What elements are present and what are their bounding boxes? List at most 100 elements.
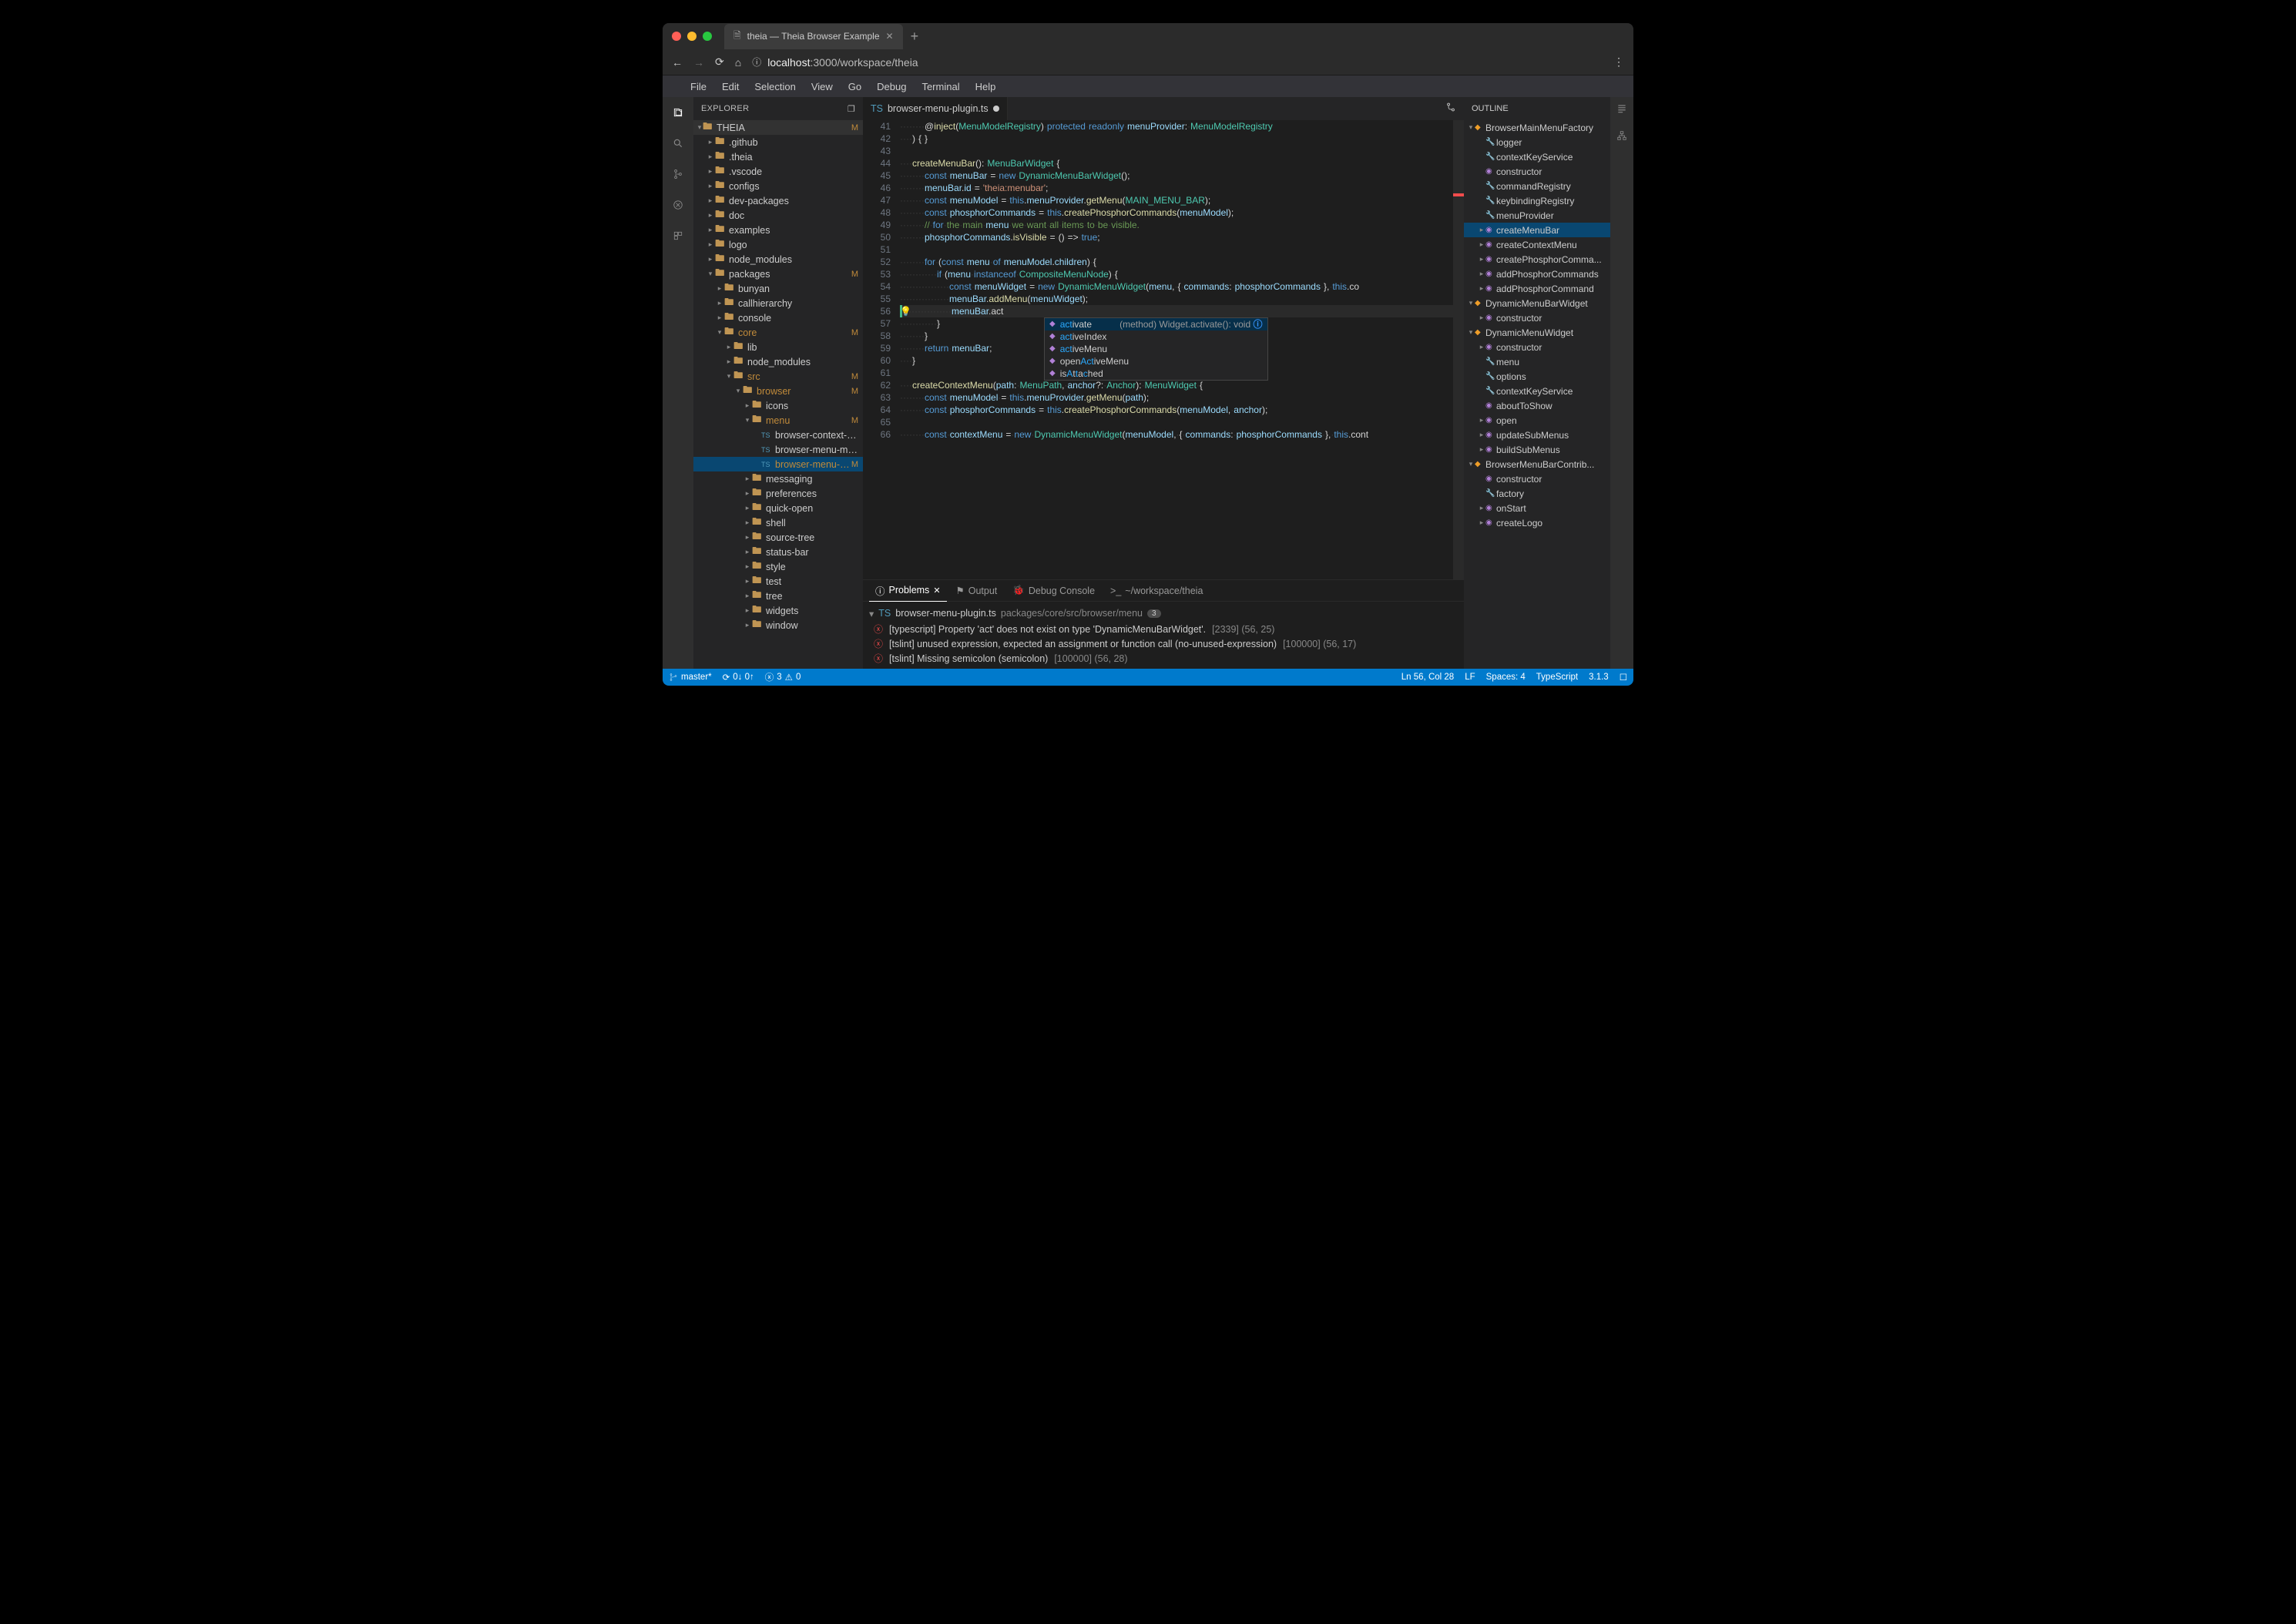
tree-item[interactable]: TSbrowser-context-menu-r... <box>693 428 863 442</box>
outline-item[interactable]: ▸◉addPhosphorCommand <box>1464 281 1610 296</box>
tree-item[interactable]: ▸🖿source-tree <box>693 530 863 545</box>
menu-go[interactable]: Go <box>848 81 861 92</box>
tree-item[interactable]: ▸🖿callhierarchy <box>693 296 863 310</box>
outline-item[interactable]: ◉constructor <box>1464 471 1610 486</box>
menu-terminal[interactable]: Terminal <box>921 81 959 92</box>
problem-row[interactable]: ⓧ[typescript] Property 'act' does not ex… <box>869 622 1458 636</box>
problem-row[interactable]: ⓧ[tslint] Missing semicolon (semicolon) … <box>869 651 1458 666</box>
outline-item[interactable]: 🔧contextKeyService <box>1464 384 1610 398</box>
tree-item[interactable]: ▸🖿node_modules <box>693 252 863 267</box>
outline-item[interactable]: ▸◉createPhosphorComma... <box>1464 252 1610 267</box>
outline-item[interactable]: ▸◉createLogo <box>1464 515 1610 530</box>
home-button[interactable]: ⌂ <box>735 56 741 69</box>
tree-item[interactable]: ▸🖿icons <box>693 398 863 413</box>
tree-item[interactable]: ▾🖿menuM <box>693 413 863 428</box>
autocomplete-item[interactable]: ◆isAttached <box>1045 367 1267 380</box>
code-editor[interactable]: 4142434445464748495051525354555657585960… <box>863 120 1464 579</box>
outline-item[interactable]: ▸◉constructor <box>1464 310 1610 325</box>
tree-item[interactable]: ▾🖿coreM <box>693 325 863 340</box>
autocomplete-popup[interactable]: ◆activate(method) Widget.activate(): voi… <box>1044 317 1268 381</box>
outline-item[interactable]: ▸◉open <box>1464 413 1610 428</box>
close-tab[interactable]: ✕ <box>886 31 894 42</box>
lightbulb-icon[interactable]: 💡 <box>900 305 911 317</box>
autocomplete-item[interactable]: ◆openActiveMenu <box>1045 355 1267 367</box>
tree-item[interactable]: ▸🖿preferences <box>693 486 863 501</box>
outline-item[interactable]: 🔧factory <box>1464 486 1610 501</box>
browser-tab[interactable]: 🗎 theia — Theia Browser Example ✕ <box>724 24 903 49</box>
menu-selection[interactable]: Selection <box>754 81 795 92</box>
compare-changes-icon[interactable] <box>1445 102 1456 116</box>
menu-view[interactable]: View <box>811 81 833 92</box>
outline-icon[interactable] <box>1616 103 1627 118</box>
menu-debug[interactable]: Debug <box>877 81 906 92</box>
tree-item[interactable]: ▸🖿examples <box>693 223 863 237</box>
outline-item[interactable]: ▾◆BrowserMainMenuFactory <box>1464 120 1610 135</box>
tree-item[interactable]: ▸🖿.theia <box>693 149 863 164</box>
outline-item[interactable]: ▾◆BrowserMenuBarContrib... <box>1464 457 1610 471</box>
tree-item[interactable]: ▸🖿window <box>693 618 863 632</box>
menu-edit[interactable]: Edit <box>722 81 739 92</box>
tree-item[interactable]: ▸🖿style <box>693 559 863 574</box>
tree-item[interactable]: ▸🖿quick-open <box>693 501 863 515</box>
outline-item[interactable]: ▸◉buildSubMenus <box>1464 442 1610 457</box>
tree-item[interactable]: ▸🖿shell <box>693 515 863 530</box>
outline-item[interactable]: ▸◉updateSubMenus <box>1464 428 1610 442</box>
outline-item[interactable]: ◉aboutToShow <box>1464 398 1610 413</box>
tree-item[interactable]: ▸🖿test <box>693 574 863 589</box>
outline-item[interactable]: 🔧menu <box>1464 354 1610 369</box>
outline-item[interactable]: 🔧options <box>1464 369 1610 384</box>
tree-item[interactable]: ▸🖿.vscode <box>693 164 863 179</box>
panel-tab[interactable]: ⚑ Output <box>950 582 1004 599</box>
panel-tab[interactable]: 🐞 Debug Console <box>1006 582 1101 599</box>
autocomplete-item[interactable]: ◆activeIndex <box>1045 331 1267 343</box>
outline-item[interactable]: ▸◉createMenuBar <box>1464 223 1610 237</box>
tree-item[interactable]: ▸🖿bunyan <box>693 281 863 296</box>
outline-item[interactable]: ▸◉createContextMenu <box>1464 237 1610 252</box>
explorer-icon[interactable] <box>669 103 687 122</box>
extensions-icon[interactable] <box>669 226 687 245</box>
outline-item[interactable]: 🔧contextKeyService <box>1464 149 1610 164</box>
tree-item[interactable]: TSbrowser-menu-module.ts <box>693 442 863 457</box>
sidebar-more-icon[interactable]: ❐ <box>848 104 855 114</box>
tree-root[interactable]: ▾🖿THEIAM <box>693 120 863 135</box>
feedback-icon[interactable]: ☐ <box>1620 672 1627 683</box>
tree-item[interactable]: ▸🖿status-bar <box>693 545 863 559</box>
panel-tab[interactable]: ⓘ Problems ✕ <box>869 580 947 602</box>
problems-file-row[interactable]: ▾ TS browser-menu-plugin.ts packages/cor… <box>869 605 1458 622</box>
scm-icon[interactable] <box>669 165 687 183</box>
minimize-window[interactable] <box>687 32 697 41</box>
outline-item[interactable]: ▸◉constructor <box>1464 340 1610 354</box>
tree-item[interactable]: ▸🖿lib <box>693 340 863 354</box>
tree-item[interactable]: ▸🖿.github <box>693 135 863 149</box>
tree-item[interactable]: ▾🖿packagesM <box>693 267 863 281</box>
tree-item[interactable]: ▸🖿messaging <box>693 471 863 486</box>
outline-item[interactable]: ▸◉onStart <box>1464 501 1610 515</box>
new-tab-button[interactable]: + <box>911 29 919 45</box>
outline-item[interactable]: ▸◉addPhosphorCommands <box>1464 267 1610 281</box>
back-button[interactable]: ← <box>672 56 683 69</box>
panel-tab[interactable]: >_ ~/workspace/theia <box>1104 582 1209 599</box>
eol-status[interactable]: LF <box>1465 672 1475 683</box>
reload-button[interactable]: ⟳ <box>715 55 724 69</box>
tree-item[interactable]: ▸🖿dev-packages <box>693 193 863 208</box>
outline-item[interactable]: 🔧keybindingRegistry <box>1464 193 1610 208</box>
outline-item[interactable]: 🔧menuProvider <box>1464 208 1610 223</box>
outline-item[interactable]: ◉constructor <box>1464 164 1610 179</box>
outline-item[interactable]: 🔧commandRegistry <box>1464 179 1610 193</box>
autocomplete-item[interactable]: ◆activeMenu <box>1045 343 1267 355</box>
problem-row[interactable]: ⓧ[tslint] unused expression, expected an… <box>869 636 1458 651</box>
problems-status[interactable]: ⓧ 3 ⚠ 0 <box>765 671 801 683</box>
tree-item[interactable]: ▸🖿tree <box>693 589 863 603</box>
editor-tab[interactable]: TS browser-menu-plugin.ts <box>863 97 1008 120</box>
url-bar[interactable]: ⓘ localhost:3000/workspace/theia <box>752 55 918 69</box>
tree-item[interactable]: ▾🖿browserM <box>693 384 863 398</box>
cursor-position[interactable]: Ln 56, Col 28 <box>1401 672 1454 683</box>
search-icon[interactable] <box>669 134 687 153</box>
tree-item[interactable]: ▸🖿console <box>693 310 863 325</box>
tree-item[interactable]: ▸🖿node_modules <box>693 354 863 369</box>
tree-item[interactable]: ▸🖿configs <box>693 179 863 193</box>
git-sync[interactable]: ⟳ 0↓ 0↑ <box>723 672 754 683</box>
site-info-icon[interactable]: ⓘ <box>752 55 761 69</box>
indent-status[interactable]: Spaces: 4 <box>1486 672 1526 683</box>
outline-item[interactable]: ▾◆DynamicMenuBarWidget <box>1464 296 1610 310</box>
